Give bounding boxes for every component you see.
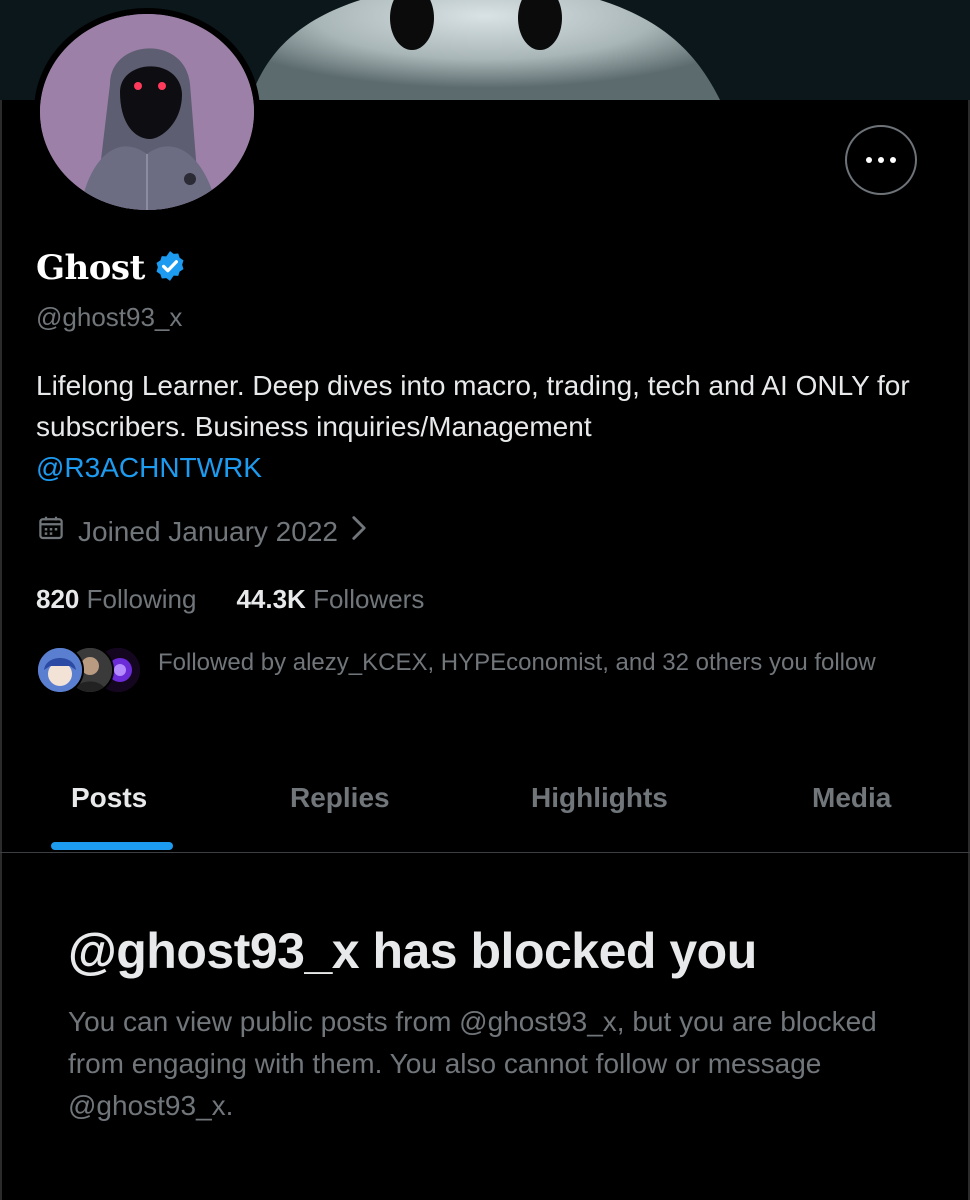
bio: Lifelong Learner. Deep dives into macro,… [36,365,936,488]
calendar-icon [36,513,66,550]
followers-link[interactable]: 44.3K Followers [236,584,424,615]
profile-page: Ghost @ghost93_x Lifelong Learner. Deep … [0,0,970,1200]
profile-tabs: Posts Replies Highlights Media [0,760,970,853]
following-count: 820 [36,584,80,614]
tab-highlights[interactable]: Highlights [531,782,668,814]
followed-by-avatars [36,646,142,694]
blocked-title: @ghost93_x has blocked you [68,923,757,979]
followed-by[interactable]: Followed by alezy_KCEX, HYPEconomist, an… [36,646,878,694]
follow-stats: 820 Following 44.3K Followers [36,584,424,615]
follower-avatar [36,646,84,694]
active-tab-indicator [51,842,173,850]
followers-count: 44.3K [236,584,306,614]
bio-text: Lifelong Learner. Deep dives into macro,… [36,370,910,442]
verified-badge-icon[interactable] [153,249,187,288]
tab-media[interactable]: Media [812,782,891,814]
followed-by-text: Followed by alezy_KCEX, HYPEconomist, an… [158,649,876,676]
tab-replies[interactable]: Replies [290,782,390,814]
joined-text: Joined January 2022 [78,515,338,547]
following-link[interactable]: 820 Following [36,584,196,615]
handle: @ghost93_x [36,302,183,332]
avatar-image [40,14,254,210]
joined-date[interactable]: Joined January 2022 [36,513,368,550]
more-dots-icon [866,157,896,163]
avatar[interactable] [34,8,260,214]
display-name: Ghost [36,248,145,288]
blocked-description: You can view public posts from @ghost93_… [68,1006,877,1121]
tab-posts[interactable]: Posts [71,782,147,814]
following-label: Following [86,584,197,614]
followers-label: Followers [313,584,425,614]
name-row: Ghost [36,248,187,288]
bio-mention-link[interactable]: @R3ACHNTWRK [36,447,936,488]
frame-edge-left [0,0,2,1200]
chevron-right-icon [350,515,368,548]
more-options-button[interactable] [845,125,917,195]
